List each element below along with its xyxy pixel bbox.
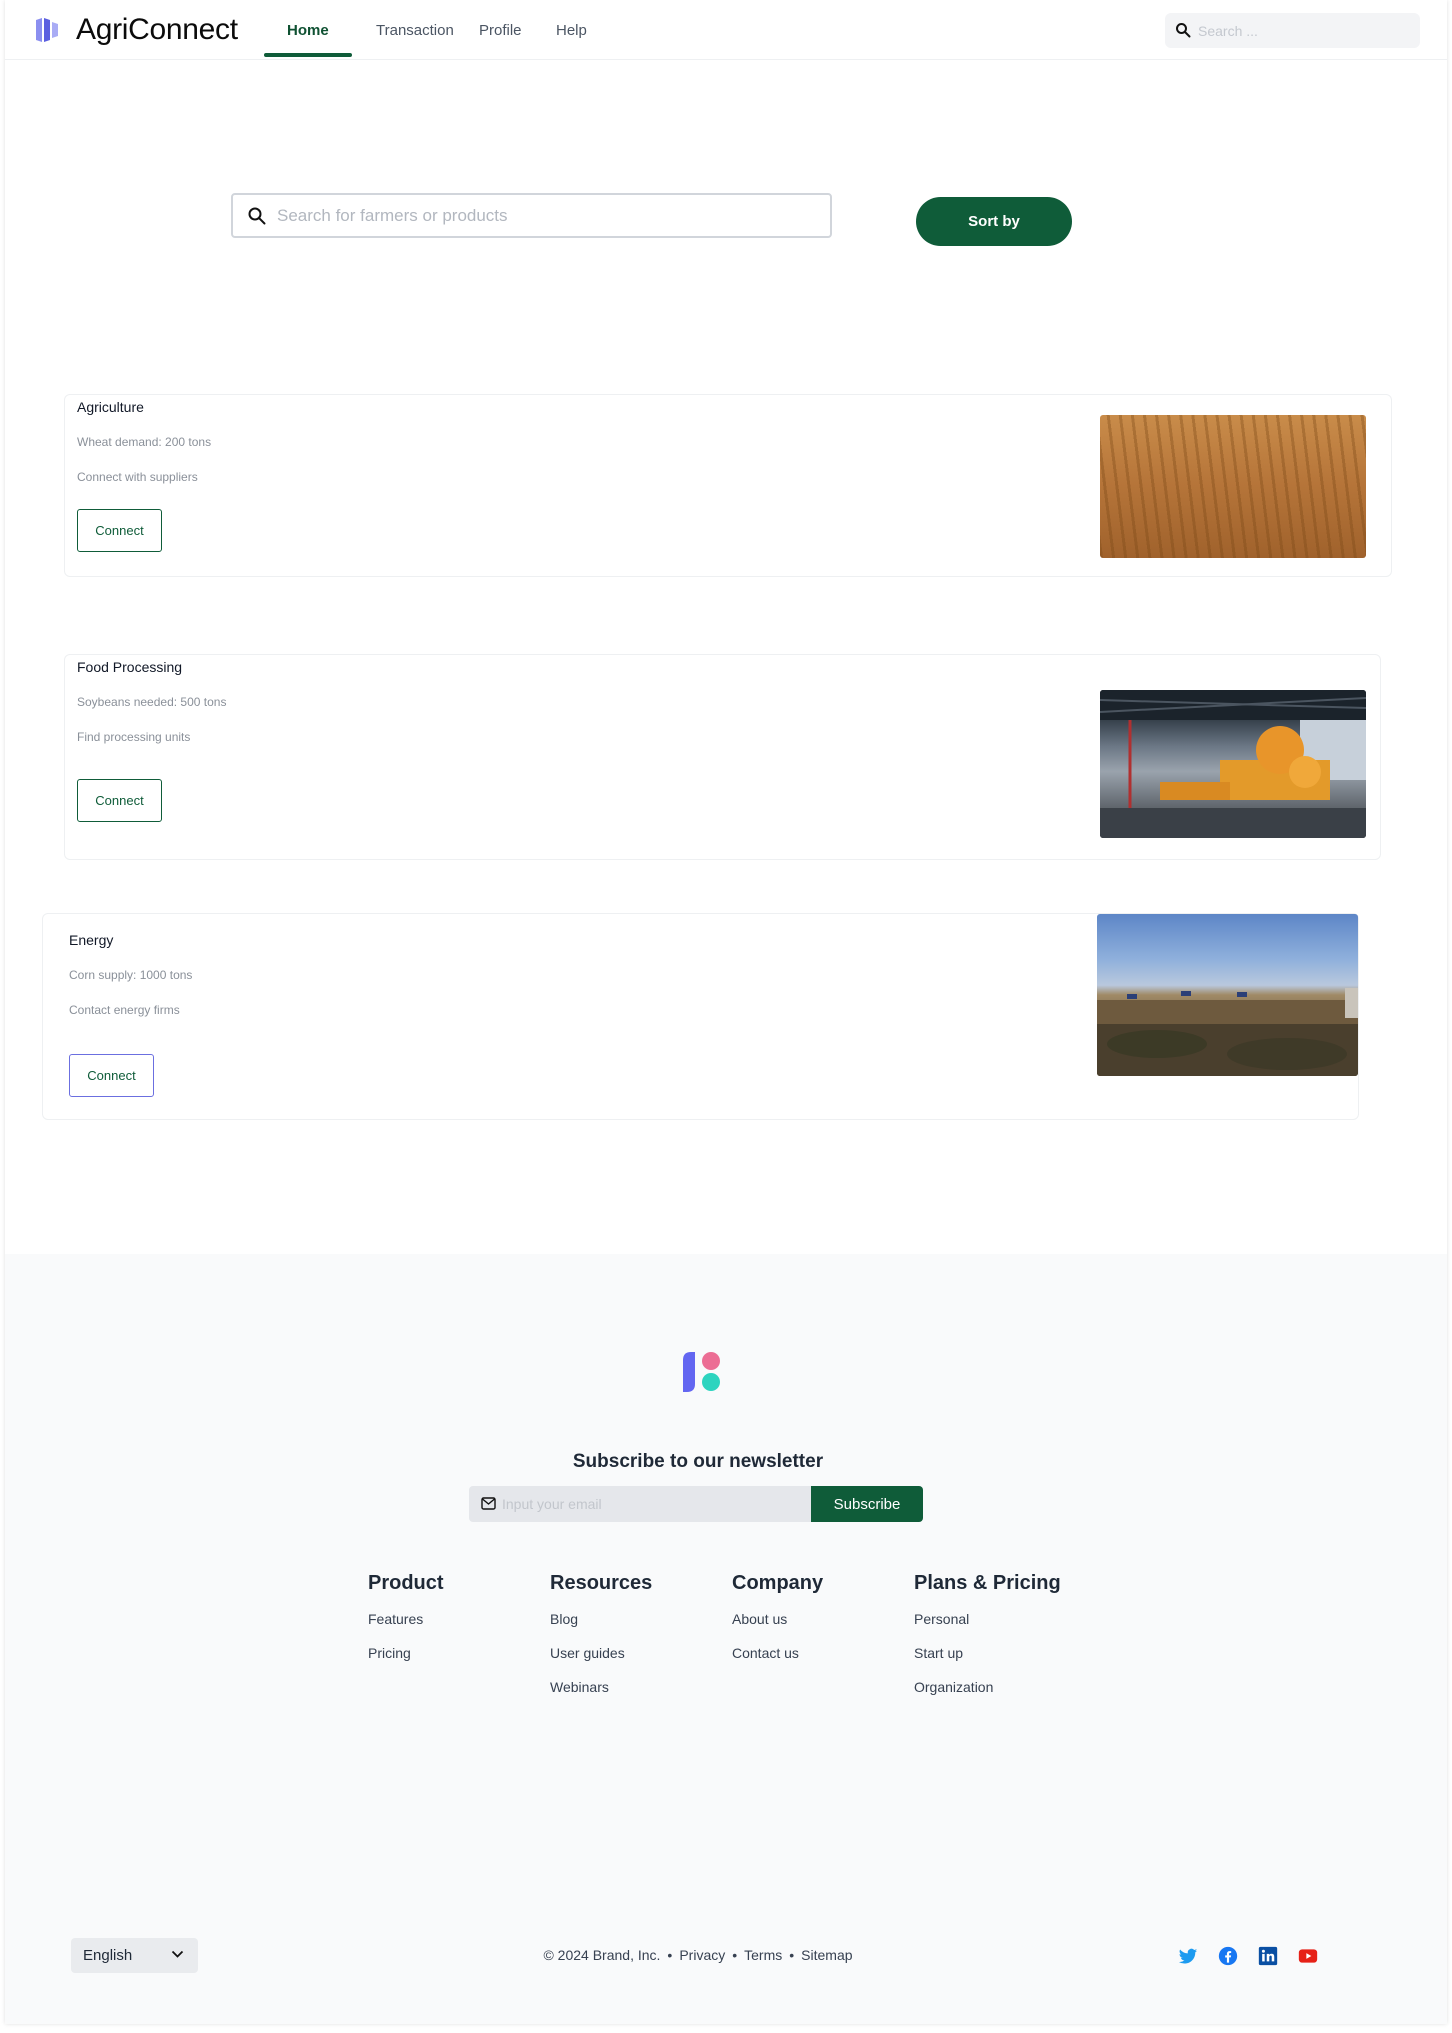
product-search-input[interactable] (277, 195, 817, 236)
card-title: Energy (69, 932, 114, 948)
card-title: Agriculture (77, 399, 144, 415)
footer-column-resources: Resources Blog User guides Webinars (550, 1572, 652, 1711)
card-demand: Corn supply: 1000 tons (69, 968, 193, 982)
search-icon (248, 207, 266, 225)
card-subtitle: Find processing units (77, 730, 191, 744)
sitemap-link[interactable]: Sitemap (801, 1947, 852, 1963)
connect-button[interactable]: Connect (77, 509, 162, 552)
brand-name[interactable]: AgriConnect (76, 13, 238, 47)
connect-button[interactable]: Connect (77, 779, 162, 822)
nav-transaction[interactable]: Transaction (376, 22, 454, 39)
top-navbar: AgriConnect Home Transaction Profile Hel… (5, 0, 1447, 60)
footer-link-start-up[interactable]: Start up (914, 1643, 1061, 1677)
card-subtitle: Connect with suppliers (77, 470, 198, 484)
footer-column-plans-pricing: Plans & Pricing Personal Start up Organi… (914, 1572, 1061, 1711)
footer-link-blog[interactable]: Blog (550, 1609, 652, 1643)
footer-link-organization[interactable]: Organization (914, 1677, 1061, 1711)
nav-active-indicator (264, 53, 352, 57)
twitter-icon[interactable] (1178, 1946, 1198, 1966)
footer-column-heading: Company (732, 1572, 824, 1594)
agriculture-field-image (1100, 415, 1366, 558)
factory-machinery-illustration (1100, 690, 1366, 838)
brand-logo-icon (36, 18, 58, 42)
footer-column-heading: Resources (550, 1572, 653, 1594)
footer-column-heading: Product (368, 1572, 444, 1594)
terms-link[interactable]: Terms (744, 1947, 782, 1963)
subscribe-button[interactable]: Subscribe (811, 1486, 923, 1522)
footer: Subscribe to our newsletter Subscribe Pr… (5, 1254, 1447, 2024)
card-subtitle: Contact energy firms (69, 1003, 180, 1017)
product-search (231, 193, 832, 238)
card-agriculture: Agriculture Wheat demand: 200 tons Conne… (64, 394, 1392, 577)
solar-landscape-illustration (1097, 988, 1358, 1076)
footer-link-personal[interactable]: Personal (914, 1609, 1061, 1643)
card-demand: Soybeans needed: 500 tons (77, 695, 227, 709)
copyright-text: © 2024 Brand, Inc. (543, 1947, 661, 1963)
header-search-input[interactable] (1198, 13, 1408, 48)
footer-column-product: Product Features Pricing (368, 1572, 444, 1677)
energy-landscape-image (1097, 914, 1358, 1076)
footer-link-pricing[interactable]: Pricing (368, 1643, 444, 1677)
footer-link-about-us[interactable]: About us (732, 1609, 823, 1643)
footer-link-features[interactable]: Features (368, 1609, 444, 1643)
card-demand: Wheat demand: 200 tons (77, 435, 212, 449)
card-food-processing: Food Processing Soybeans needed: 500 ton… (64, 654, 1381, 860)
newsletter-email-input[interactable] (502, 1486, 802, 1522)
privacy-link[interactable]: Privacy (679, 1947, 725, 1963)
sort-by-button[interactable]: Sort by (916, 197, 1072, 246)
card-title: Food Processing (77, 659, 183, 675)
card-energy: Energy Corn supply: 1000 tons Contact en… (42, 913, 1359, 1120)
footer-link-contact-us[interactable]: Contact us (732, 1643, 823, 1677)
nav-help[interactable]: Help (556, 22, 587, 39)
company-logo-icon (683, 1352, 720, 1392)
factory-image (1100, 690, 1366, 838)
facebook-icon[interactable] (1218, 1946, 1238, 1966)
page: AgriConnect Home Transaction Profile Hel… (5, 0, 1447, 2024)
mail-icon (481, 1497, 496, 1510)
linkedin-icon[interactable] (1258, 1946, 1278, 1966)
newsletter-email-field (469, 1486, 813, 1522)
header-search (1165, 13, 1420, 48)
connect-button[interactable]: Connect (69, 1054, 154, 1097)
footer-column-company: Company About us Contact us (732, 1572, 823, 1677)
youtube-icon[interactable] (1298, 1946, 1318, 1966)
newsletter-title: Subscribe to our newsletter (572, 1451, 824, 1472)
footer-link-webinars[interactable]: Webinars (550, 1677, 652, 1711)
nav-profile[interactable]: Profile (479, 22, 522, 39)
nav-home[interactable]: Home (287, 22, 329, 39)
footer-column-heading: Plans & Pricing (914, 1572, 1061, 1594)
footer-link-user-guides[interactable]: User guides (550, 1643, 652, 1677)
search-icon (1176, 23, 1191, 38)
